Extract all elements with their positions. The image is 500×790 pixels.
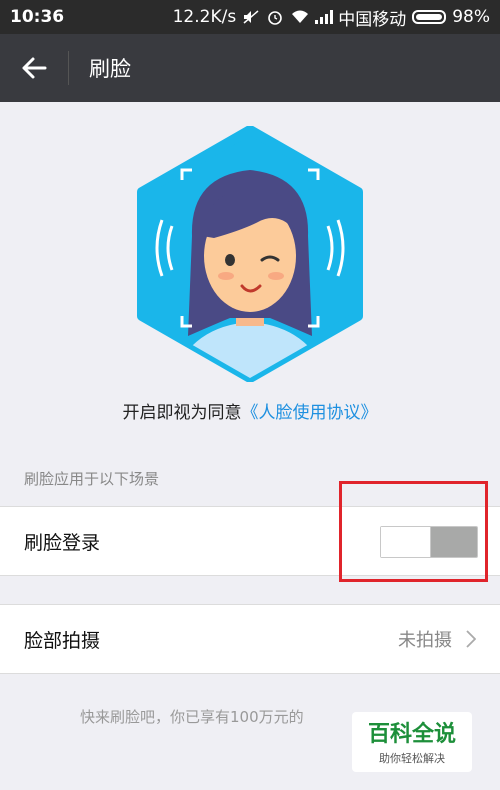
carrier-name: 中国移动 xyxy=(338,9,407,30)
chevron-right-icon xyxy=(466,630,476,648)
face-illustration xyxy=(0,102,500,402)
face-photo-row[interactable]: 脸部拍摄 未拍摄 xyxy=(0,604,500,674)
mute-icon xyxy=(242,9,260,25)
face-scan-illustration xyxy=(137,126,363,382)
back-button[interactable] xyxy=(0,34,68,102)
face-login-row: 刷脸登录 xyxy=(0,506,500,576)
face-photo-status-group: 未拍摄 xyxy=(398,626,476,652)
back-arrow-icon xyxy=(22,57,47,79)
network-speed: 12.2K/s xyxy=(172,7,237,27)
wifi-icon xyxy=(290,9,309,25)
signal-icon xyxy=(314,9,334,25)
watermark-logo: 百科全说 助你轻松解决 xyxy=(352,712,472,772)
battery-icon xyxy=(412,10,447,24)
watermark-sub: 助你轻松解决 xyxy=(379,752,445,765)
section-header: 刷脸应用于以下场景 xyxy=(24,470,160,488)
status-bar: 10:36 12.2K/s 中国移动 98% xyxy=(0,0,500,34)
face-photo-status: 未拍摄 xyxy=(398,630,452,651)
title-divider xyxy=(68,51,69,85)
footer-note: 快来刷脸吧，你已享有100万元的 xyxy=(80,708,304,726)
agreement-text: 开启即视为同意《人脸使用协议》 xyxy=(0,398,500,423)
status-time: 10:36 xyxy=(10,7,65,27)
agreement-link[interactable]: 《人脸使用协议》 xyxy=(242,403,378,423)
watermark-main: 百科全说 xyxy=(367,722,456,747)
status-right: 12.2K/s 中国移动 98% xyxy=(173,5,490,30)
face-photo-label: 脸部拍摄 xyxy=(24,629,101,652)
page-title: 刷脸 xyxy=(89,57,131,81)
alarm-icon xyxy=(266,9,284,25)
toggle-knob xyxy=(381,527,431,557)
battery-level: 98% xyxy=(452,7,490,27)
agreement-prefix: 开启即视为同意 xyxy=(122,403,242,423)
title-bar: 刷脸 xyxy=(0,34,500,102)
face-login-toggle[interactable] xyxy=(380,526,478,558)
face-login-label: 刷脸登录 xyxy=(24,531,101,554)
